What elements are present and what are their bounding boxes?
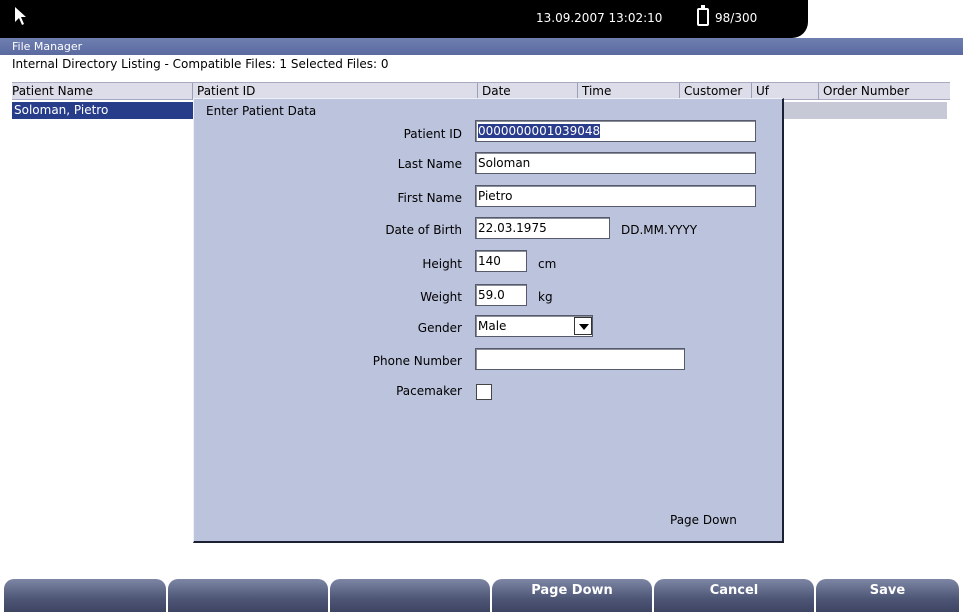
battery-icon xyxy=(697,5,709,26)
weight-label: Weight xyxy=(420,290,462,304)
weight-unit: kg xyxy=(538,290,553,304)
height-field[interactable]: 140 xyxy=(475,250,527,272)
status-bar-panel: 13.09.2007 13:02:10 98/300 xyxy=(0,0,808,38)
patient-id-field[interactable]: 0000000001039048 xyxy=(475,120,756,142)
pacemaker-label: Pacemaker xyxy=(396,384,462,398)
column-header-order-number[interactable]: Order Number xyxy=(818,83,938,100)
cursor-icon xyxy=(15,7,26,25)
status-bar: 13.09.2007 13:02:10 98/300 xyxy=(0,0,963,38)
column-header-patient-name[interactable]: Patient Name xyxy=(12,83,192,100)
gender-label: Gender xyxy=(417,321,462,335)
dob-format-hint: DD.MM.YYYY xyxy=(621,223,698,237)
first-name-field[interactable]: Pietro xyxy=(475,185,756,207)
pacemaker-checkbox[interactable] xyxy=(476,384,492,400)
patient-name-cell[interactable]: Soloman, Pietro xyxy=(12,102,196,119)
first-name-label: First Name xyxy=(397,191,462,205)
softkey-3[interactable] xyxy=(330,579,490,612)
last-name-label: Last Name xyxy=(397,157,462,171)
patient-data-dialog: Enter Patient Data Patient ID 0000000001… xyxy=(193,98,784,543)
softkey-2[interactable] xyxy=(168,579,328,612)
chevron-down-icon[interactable] xyxy=(574,317,592,335)
weight-field[interactable]: 59.0 xyxy=(475,284,527,306)
dob-field[interactable]: 22.03.1975 xyxy=(475,217,610,239)
dialog-page-down[interactable]: Page Down xyxy=(670,513,737,527)
storage-counter: 98/300 xyxy=(715,11,758,25)
file-manager-title: File Manager xyxy=(0,38,963,55)
patient-id-label: Patient ID xyxy=(403,127,462,141)
softkey-1[interactable] xyxy=(4,579,166,612)
save-button[interactable]: Save xyxy=(816,579,959,612)
datetime-display: 13.09.2007 13:02:10 xyxy=(536,11,663,25)
dialog-title: Enter Patient Data xyxy=(206,104,317,118)
page-down-button[interactable]: Page Down xyxy=(492,579,652,612)
cancel-button[interactable]: Cancel xyxy=(654,579,814,612)
dob-label: Date of Birth xyxy=(385,223,462,237)
gender-value: Male xyxy=(478,319,507,333)
last-name-field[interactable]: Soloman xyxy=(475,152,756,174)
softkey-bar: Page Down Cancel Save xyxy=(0,579,963,612)
patient-id-value: 0000000001039048 xyxy=(478,124,601,138)
height-unit: cm xyxy=(538,257,557,271)
directory-listing-info: Internal Directory Listing - Compatible … xyxy=(12,57,389,71)
height-label: Height xyxy=(422,257,462,271)
phone-label: Phone Number xyxy=(372,354,462,368)
phone-field[interactable] xyxy=(475,348,685,370)
